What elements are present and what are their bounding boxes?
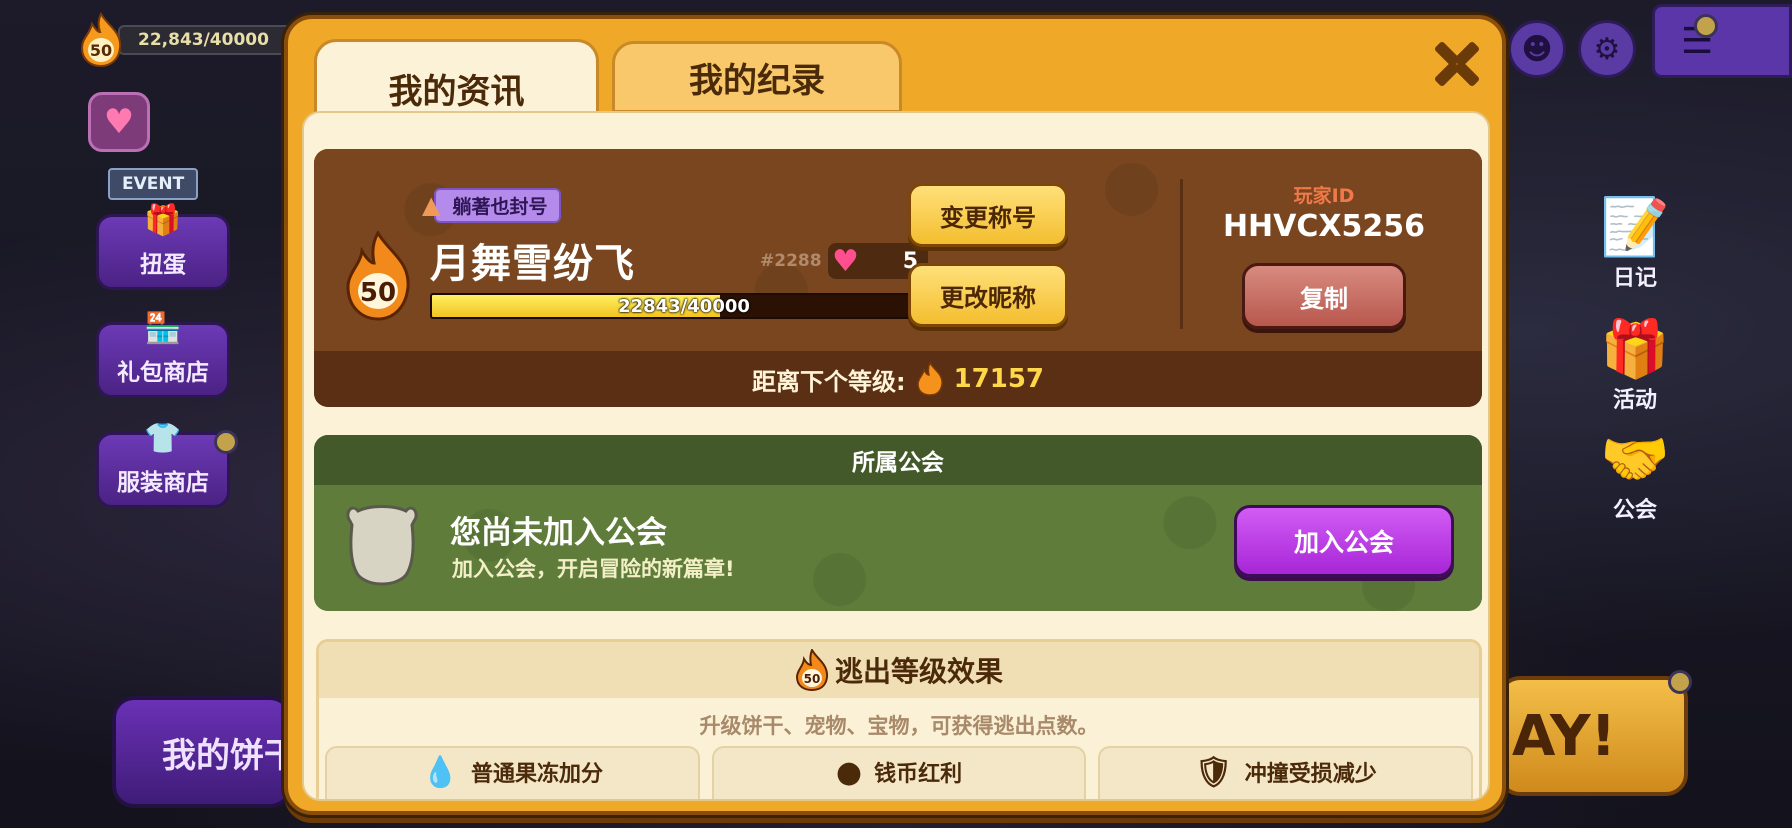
effect-label: 钱币红利 <box>874 762 963 787</box>
shop-icon: 🏪 <box>144 311 182 346</box>
guild-body: 您尚未加入公会 加入公会，开启冒险的新篇章! 加入公会 <box>314 485 1482 611</box>
slipper-icon: ▲ <box>422 191 441 219</box>
next-level-value: 17157 <box>953 364 1045 394</box>
player-id-value: HHVCX5256 <box>1222 209 1426 244</box>
guild-status-subtitle: 加入公会，开启冒险的新篇章! <box>452 557 735 581</box>
effect-coin-bonus[interactable]: ● 钱币红利 <box>711 746 1087 799</box>
my-cookies-label: 我的饼干 <box>162 735 292 776</box>
guild-emblem-icon <box>346 505 418 586</box>
package-shop-button[interactable]: 🏪 礼包商店 <box>96 311 230 398</box>
coin-icon: ● <box>835 754 863 790</box>
diary-label: 日记 <box>1612 266 1657 291</box>
guild-nav-button[interactable]: 🤝 公会 <box>1590 428 1680 524</box>
exp-progress-text: 22843/40000 <box>618 295 750 317</box>
escape-level-header: 50 逃出等级效果 <box>319 642 1479 698</box>
guild-card: 所属公会 您尚未加入公会 加入公会，开启冒险的新篇章! 加入公会 <box>314 435 1482 611</box>
gacha-icon: 🎁 <box>144 203 182 238</box>
join-guild-button[interactable]: 加入公会 <box>1234 505 1454 577</box>
guild-status-title: 您尚未加入公会 <box>450 515 667 551</box>
heart-icon: ♥ <box>832 243 859 279</box>
notification-dot <box>214 430 238 454</box>
escape-level-card: 50 逃出等级效果 升级饼干、宠物、宝物，可获得逃出点数。 💧 普通果冻加分 ●… <box>316 639 1482 799</box>
title-badge-label: 躺著也封号 <box>434 187 562 223</box>
join-guild-label: 加入公会 <box>1293 528 1394 557</box>
next-level-label: 距离下个等级: <box>751 367 906 396</box>
effect-crash-reduction[interactable]: 🛡 冲撞受损减少 <box>1098 746 1474 799</box>
shirt-icon: 👕 <box>144 421 182 456</box>
tab-my-records-label: 我的纪录 <box>689 60 825 101</box>
change-nickname-button[interactable]: 更改昵称 <box>908 263 1068 327</box>
close-icon <box>1435 42 1479 86</box>
effect-label: 冲撞受损减少 <box>1244 762 1377 787</box>
next-level-row: 距离下个等级: 17157 <box>314 351 1482 407</box>
tab-my-info-label: 我的资讯 <box>388 72 525 112</box>
costume-shop-button[interactable]: 👕 服装商店 <box>96 421 230 508</box>
gacha-button[interactable]: 🎁 扭蛋 <box>96 203 230 290</box>
level-flame-icon: 50 <box>346 231 410 321</box>
heart-icon[interactable]: ♥ <box>88 92 150 152</box>
tab-my-records[interactable]: 我的纪录 <box>612 41 902 113</box>
info-panel: 50 ▲ 躺著也封号 月舞雪纷飞 #2288 ♥ 5 22843/40000 变… <box>302 111 1490 801</box>
hud-level-text: 50 <box>90 41 112 60</box>
friends-icon[interactable]: ☻ <box>1508 20 1566 78</box>
level-flame-icon: 50 <box>795 649 828 691</box>
play-button[interactable]: AY! <box>1498 676 1688 796</box>
hud-exp-text: 22,843/40000 <box>138 30 269 50</box>
gacha-label: 扭蛋 <box>140 252 186 278</box>
jelly-icon: 💧 <box>421 754 459 790</box>
event-tag[interactable]: EVENT <box>108 168 199 200</box>
player-name: 月舞雪纷飞 <box>430 241 635 287</box>
handshake-icon: 🤝 <box>1600 427 1670 492</box>
costume-shop-label: 服装商店 <box>117 470 209 496</box>
change-title-button[interactable]: 变更称号 <box>908 183 1068 247</box>
title-badge[interactable]: ▲ 躺著也封号 <box>422 187 562 223</box>
play-label: AY! <box>1512 703 1617 769</box>
close-button[interactable] <box>1426 33 1488 95</box>
events-label: 活动 <box>1612 388 1657 413</box>
divider <box>1180 179 1183 329</box>
menu-button[interactable]: ☰ <box>1652 4 1792 78</box>
gear-icon[interactable]: ⚙ <box>1578 20 1636 78</box>
effect-jelly-bonus[interactable]: 💧 普通果冻加分 <box>325 746 700 799</box>
change-title-label: 变更称号 <box>940 203 1036 232</box>
notification-dot <box>1668 670 1692 694</box>
diary-icon: 📝 <box>1600 195 1670 260</box>
copy-id-label: 复制 <box>1300 284 1348 313</box>
flame-icon <box>916 362 943 396</box>
diary-button[interactable]: 📝 日记 <box>1590 196 1680 292</box>
player-id-label: 玩家ID <box>1293 185 1355 207</box>
profile-level-text: 50 <box>360 278 396 308</box>
copy-id-button[interactable]: 复制 <box>1242 263 1406 329</box>
effects-row: 💧 普通果冻加分 ● 钱币红利 🛡 冲撞受损减少 <box>325 746 1474 799</box>
escape-level-title: 逃出等级效果 <box>834 655 1003 688</box>
exp-progress-bar: 22843/40000 <box>430 293 938 319</box>
profile-card: 50 ▲ 躺著也封号 月舞雪纷飞 #2288 ♥ 5 22843/40000 变… <box>314 149 1482 407</box>
guild-header: 所属公会 <box>314 435 1482 485</box>
player-tag: #2288 <box>760 251 822 271</box>
my-cookies-button[interactable]: 我的饼干 <box>112 696 292 808</box>
notification-dot <box>1694 14 1718 38</box>
effect-label: 普通果冻加分 <box>471 762 604 787</box>
player-level-hud[interactable]: 50 22,843/40000 <box>76 12 318 68</box>
guild-nav-label: 公会 <box>1612 498 1657 523</box>
change-nickname-label: 更改昵称 <box>940 283 1036 312</box>
package-shop-label: 礼包商店 <box>117 360 209 386</box>
shield-icon: 🛡 <box>1194 754 1233 790</box>
gift-icon: 🎁 <box>1600 317 1670 382</box>
level-flame-icon: 50 <box>80 12 122 68</box>
escape-level-text: 50 <box>804 672 821 686</box>
escape-level-description: 升级饼干、宠物、宝物，可获得逃出点数。 <box>699 714 1099 738</box>
profile-modal: 我的资讯 我的纪录 50 ▲ 躺著也封号 月舞雪纷飞 #2288 ♥ 5 228… <box>284 15 1506 815</box>
events-button[interactable]: 🎁 活动 <box>1590 318 1680 414</box>
